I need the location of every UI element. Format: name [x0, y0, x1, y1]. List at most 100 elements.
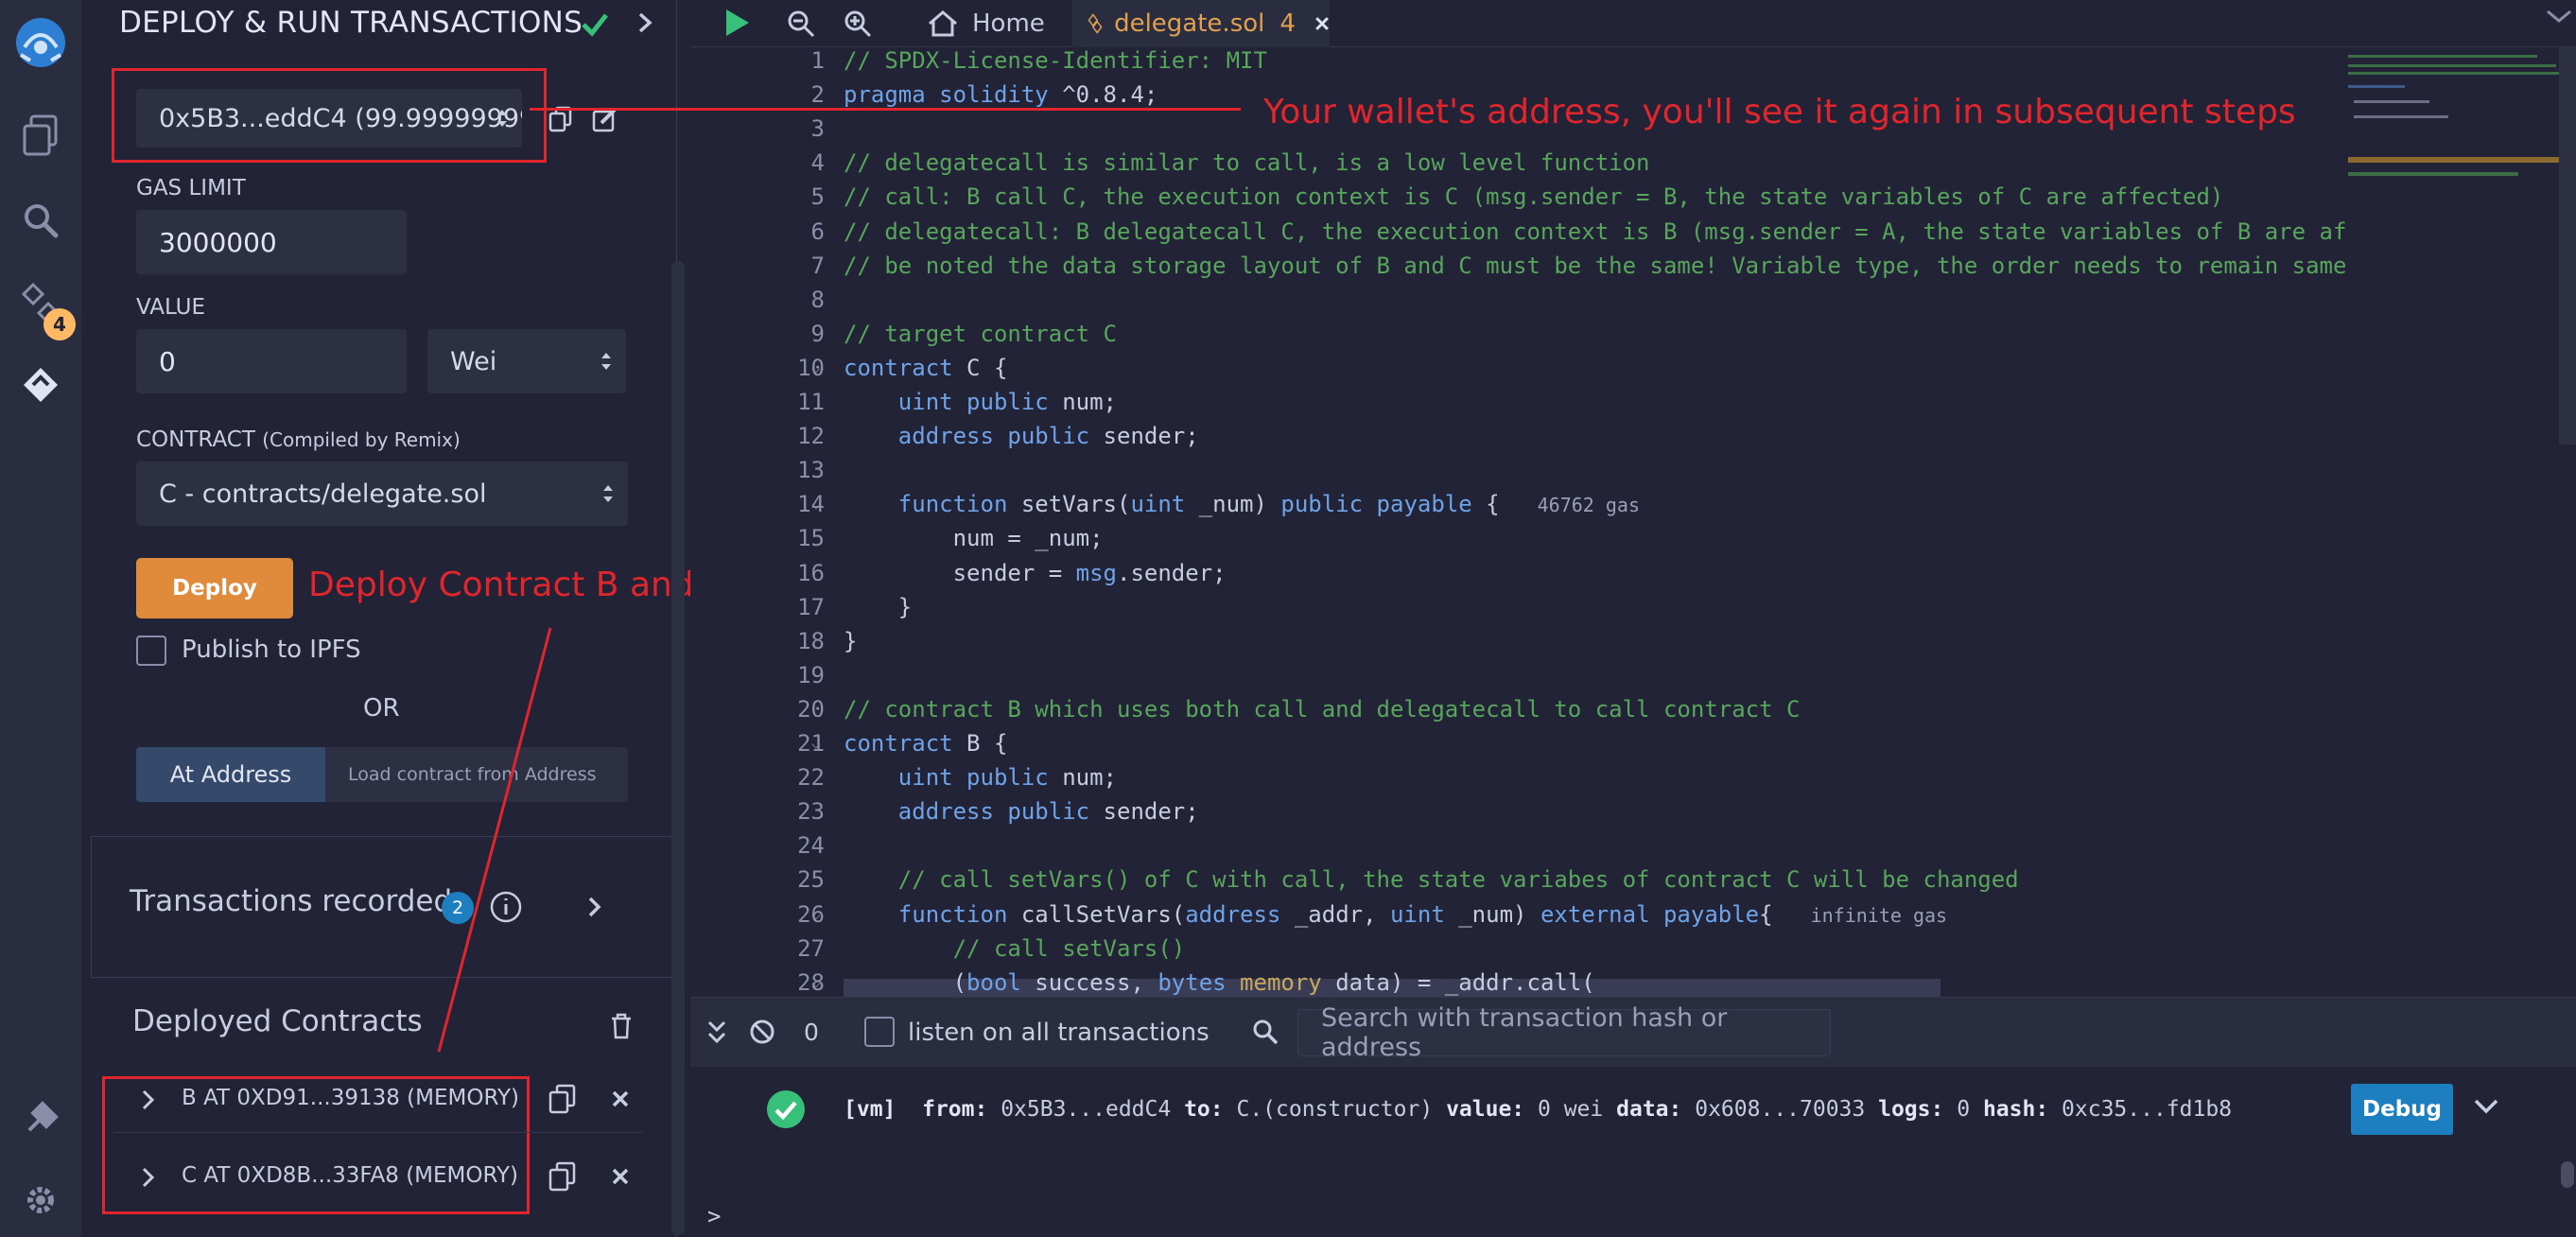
code-line[interactable]: 13 — [690, 453, 2576, 487]
trash-icon[interactable] — [609, 1012, 634, 1040]
line-number: 11 — [797, 389, 825, 415]
value-unit-select[interactable]: Wei — [427, 329, 626, 393]
copy-icon[interactable] — [548, 1161, 577, 1192]
or-label: OR — [363, 694, 400, 723]
tab-delegate-sol[interactable]: delegate.sol 4 — [1072, 0, 1330, 47]
code-minimap[interactable] — [2341, 47, 2572, 208]
terminal: [vm] from: 0x5B3...eddC4 to: C.(construc… — [690, 1067, 2576, 1237]
code-line[interactable]: 14 ⌵ function setVars(uint _num) public p… — [690, 487, 2576, 521]
terminal-prompt[interactable]: > — [707, 1203, 721, 1229]
code-line[interactable]: 19 — [690, 658, 2576, 692]
remix-logo-icon[interactable] — [11, 13, 70, 72]
close-icon[interactable] — [611, 1167, 630, 1186]
value-input[interactable]: 0 — [136, 329, 407, 393]
code-line[interactable]: 7 // be noted the data storage layout of … — [690, 249, 2576, 283]
code-line[interactable]: 25 // call setVars() of C with call, the… — [690, 862, 2576, 897]
code-text: // SPDX-License-Identifier: MIT — [844, 47, 1267, 74]
fold-chevron-icon[interactable]: ⌵ — [811, 897, 821, 932]
code-line[interactable]: 28 ⌵ (bool success, bytes memory data) = … — [690, 966, 2576, 997]
collapse-terminal-icon[interactable] — [705, 1019, 728, 1045]
deployed-contract-item[interactable]: C AT 0XD8B...33FA8 (MEMORY) — [113, 1144, 643, 1211]
tx-log-line[interactable]: [vm] from: 0x5B3...eddC4 to: C.(construc… — [844, 1097, 2232, 1122]
terminal-scrollbar[interactable] — [2561, 1161, 2574, 1188]
editor-scrollbar[interactable] — [2559, 47, 2576, 444]
publish-ipfs-checkbox[interactable] — [136, 636, 166, 666]
plugin-manager-icon[interactable] — [17, 1095, 64, 1142]
clear-console-icon[interactable] — [749, 1019, 775, 1045]
close-icon[interactable] — [611, 1089, 630, 1108]
code-line[interactable]: 12 address public sender; — [690, 419, 2576, 453]
settings-gear-icon[interactable] — [17, 1176, 64, 1224]
code-text: // call setVars() — [844, 934, 1186, 962]
run-play-icon[interactable] — [722, 8, 751, 38]
chevron-right-icon[interactable] — [142, 1167, 155, 1188]
code-line[interactable]: 11 uint public num; — [690, 385, 2576, 419]
code-line[interactable]: 18} — [690, 624, 2576, 658]
panel-scrollbar[interactable] — [671, 261, 685, 1235]
code-line[interactable]: 21 ⌵ contract B { — [690, 726, 2576, 760]
debug-button[interactable]: Debug — [2351, 1084, 2453, 1135]
code-line[interactable]: 24 — [690, 828, 2576, 862]
code-text: pragma solidity ^0.8.4; — [844, 81, 1158, 109]
line-number: 7 — [810, 252, 825, 279]
code-line[interactable]: 16 sender = msg.sender; — [690, 556, 2576, 590]
code-line[interactable]: 26 ⌵ function callSetVars(address _addr, … — [690, 897, 2576, 932]
code-line[interactable]: 23 address public sender; — [690, 794, 2576, 828]
search-icon[interactable] — [17, 197, 64, 244]
code-line[interactable]: 1 // SPDX-License-Identifier: MIT — [690, 47, 2576, 78]
code-line[interactable]: 17 } — [690, 590, 2576, 624]
account-select[interactable]: 0x5B3...eddC4 (99.99999999 — [136, 89, 522, 148]
compiler-warning-badge: 4 — [44, 308, 76, 340]
line-number: 22 — [797, 764, 825, 792]
transactions-section: Transactions recorded 2 — [91, 836, 673, 978]
fold-chevron-icon[interactable]: ⌵ — [811, 351, 821, 385]
wallet-annotation-line — [530, 108, 1241, 111]
solidity-file-icon — [1088, 13, 1103, 34]
code-line[interactable]: 5 // call: B call C, the execution contex… — [690, 180, 2576, 214]
code-line[interactable]: 20 // contract B which uses both call and… — [690, 692, 2576, 726]
line-number: 12 — [797, 423, 825, 450]
close-icon[interactable] — [1314, 13, 1330, 34]
deploy-annotation: Deploy Contract B and C — [308, 566, 729, 604]
code-line[interactable]: 8 — [690, 283, 2576, 317]
line-number: 14 — [797, 491, 825, 518]
code-text: // delegatecall is similar to call, is a… — [844, 149, 1650, 177]
tab-home[interactable]: Home — [914, 0, 1089, 47]
chevron-down-icon[interactable] — [2474, 1097, 2498, 1116]
code-line[interactable]: 15 num = _num; — [690, 521, 2576, 555]
fold-chevron-icon[interactable]: ⌵ — [811, 487, 821, 521]
zoom-out-icon[interactable] — [787, 9, 815, 38]
code-text: // target contract C — [844, 320, 1117, 347]
publish-ipfs-label: Publish to IPFS — [182, 636, 361, 664]
fold-chevron-icon[interactable]: ⌵ — [811, 726, 821, 760]
chevron-icon[interactable] — [2546, 8, 2572, 26]
zoom-in-icon[interactable] — [844, 9, 872, 38]
code-line[interactable]: 10 ⌵ contract C { — [690, 351, 2576, 385]
file-explorer-icon[interactable] — [17, 112, 64, 159]
panel-title: DEPLOY & RUN TRANSACTIONS — [119, 6, 583, 40]
deployed-contract-item[interactable]: B AT 0XD91...39138 (MEMORY) — [113, 1067, 643, 1133]
code-editor[interactable]: 1 // SPDX-License-Identifier: MIT 2 pragma … — [690, 47, 2576, 997]
deploy-button[interactable]: Deploy — [136, 558, 293, 618]
chevron-right-icon[interactable] — [142, 1089, 155, 1110]
code-line[interactable]: 22 uint public num; — [690, 760, 2576, 794]
chevron-right-icon[interactable] — [587, 896, 602, 918]
line-number: 10 — [797, 354, 825, 381]
line-number: 26 — [797, 900, 825, 928]
tx-search-input[interactable]: Search with transaction hash or address — [1297, 1003, 1831, 1062]
value-label: VALUE — [136, 295, 206, 320]
code-line[interactable]: 27 // call setVars() — [690, 932, 2576, 966]
code-line[interactable]: 6 // delegatecall: B delegatecall C, the … — [690, 215, 2576, 249]
code-line[interactable]: 4 // delegatecall is similar to call, is … — [690, 146, 2576, 180]
at-address-button[interactable]: At Address — [136, 747, 325, 802]
fold-chevron-icon[interactable]: ⌵ — [811, 966, 821, 997]
code-line[interactable]: 9 // target contract C — [690, 317, 2576, 351]
editor-tabbar: Home delegate.sol 4 — [690, 0, 2576, 47]
contract-select[interactable]: C - contracts/delegate.sol — [136, 462, 628, 526]
chevron-right-icon[interactable] — [635, 11, 654, 34]
gas-limit-input[interactable]: 3000000 — [136, 210, 407, 274]
copy-icon[interactable] — [548, 1084, 577, 1114]
listen-checkbox[interactable] — [864, 1017, 895, 1047]
deploy-run-icon[interactable] — [17, 361, 64, 409]
code-text: function setVars(uint _num) public payab… — [897, 491, 1640, 518]
